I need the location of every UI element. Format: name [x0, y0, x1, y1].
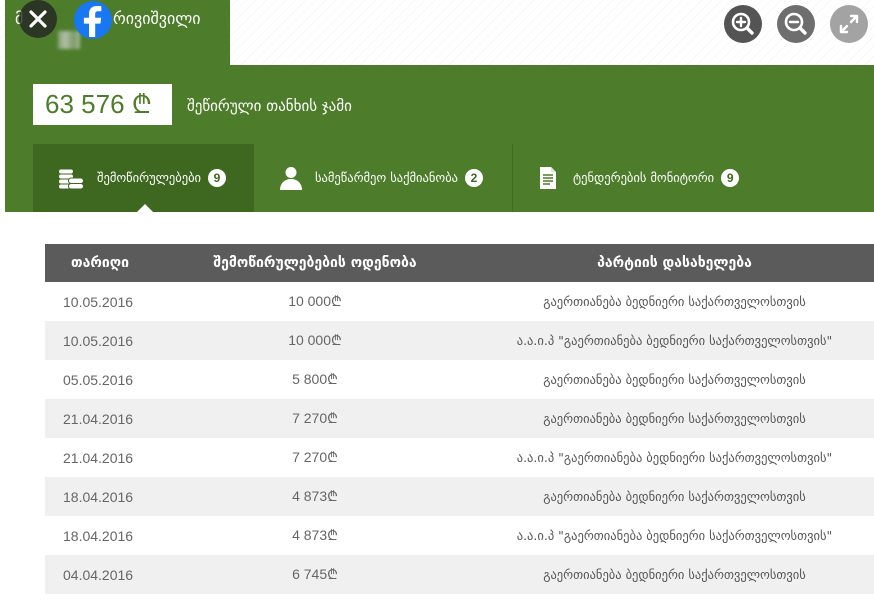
profile-name-end: რივიშვილი	[113, 9, 201, 28]
table-header-row: თარიღი შემოწირულებების ოდენობა პარტიის დ…	[45, 244, 874, 282]
close-icon	[29, 10, 47, 28]
count-badge: 9	[208, 169, 227, 187]
fullscreen-icon	[839, 14, 859, 34]
table-row: 10.05.2016 10 000₾ გაერთიანება ბედნიერი …	[45, 282, 874, 321]
party-name: გაერთიანება ბედნიერი საქართველოსთვის	[543, 294, 806, 309]
party-name: ა.ა.ი.პ "გაერთიანება ბედნიერი საქართველო…	[516, 528, 833, 543]
donations-table: თარიღი შემოწირულებების ოდენობა პარტიის დ…	[45, 244, 874, 594]
top-bar: მ რივიშვილი	[0, 0, 874, 65]
table-row: 04.04.2016 6 745₾ გაერთიანება ბედნიერი ს…	[45, 555, 874, 594]
donation-amount: 7 270₾	[292, 449, 338, 465]
column-header-date[interactable]: თარიღი	[45, 244, 155, 282]
donation-amount: 4 873₾	[155, 477, 475, 516]
donation-date: 18.04.2016	[63, 527, 134, 544]
active-tab-pointer	[137, 204, 153, 212]
total-amount-label: შეწირული თანხის ჯამი	[187, 97, 352, 115]
tab-tender-monitor[interactable]: ტენდერების მონიტორი 9	[513, 144, 773, 212]
coins-icon	[58, 168, 84, 190]
close-button[interactable]	[19, 0, 57, 38]
summary-panel: 63 576 ₾ შეწირული თანხის ჯამი შემოწირულე…	[5, 65, 874, 212]
party-name: ა.ა.ი.პ "გაერთიანება ბედნიერი საქართველო…	[516, 450, 833, 465]
count-badge: 2	[465, 169, 484, 187]
document-icon	[540, 167, 556, 189]
donation-amount: 7 270₾	[155, 399, 475, 438]
fullscreen-button[interactable]	[830, 5, 868, 43]
tab-label: სამეწარმეო საქმიანობა	[315, 170, 459, 185]
donation-date: 21.04.2016	[63, 449, 134, 466]
table-body: 10.05.2016 10 000₾ გაერთიანება ბედნიერი …	[45, 282, 874, 594]
zoom-in-icon	[731, 12, 754, 35]
donation-amount: 10 000₾	[288, 293, 342, 309]
table-row: 05.05.2016 5 800₾ გაერთიანება ბედნიერი ს…	[45, 360, 874, 399]
donation-date: 10.05.2016	[63, 293, 134, 310]
count-badge: 9	[721, 169, 740, 187]
tab-label: შემოწირულებები	[97, 170, 202, 185]
donation-date: 04.04.2016	[45, 555, 155, 594]
tab-donations[interactable]: შემოწირულებები 9	[33, 144, 254, 212]
donation-amount: 10 000₾	[155, 321, 475, 360]
donation-date: 21.04.2016	[45, 399, 155, 438]
donation-date: 10.05.2016	[45, 321, 155, 360]
tab-label: ტენდერების მონიტორი	[573, 170, 715, 185]
donation-amount: 6 745₾	[155, 555, 475, 594]
table-row: 21.04.2016 7 270₾ ა.ა.ი.პ "გაერთიანება ბ…	[45, 438, 874, 477]
zoom-out-button[interactable]	[777, 5, 815, 43]
tab-bar: შემოწირულებები 9 სამეწარმეო საქმიანობა 2…	[33, 144, 773, 212]
tab-business-activity[interactable]: სამეწარმეო საქმიანობა 2	[254, 144, 513, 212]
total-amount: 63 576 ₾	[45, 89, 152, 119]
party-name: გაერთიანება ბედნიერი საქართველოსთვის	[475, 477, 874, 516]
facebook-share-button[interactable]	[74, 1, 112, 39]
table-header: თარიღი შემოწირულებების ოდენობა პარტიის დ…	[45, 244, 874, 282]
donation-amount: 5 800₾	[292, 371, 338, 387]
party-name: გაერთიანება ბედნიერი საქართველოსთვის	[543, 372, 806, 387]
table-row: 10.05.2016 10 000₾ ა.ა.ი.პ "გაერთიანება …	[45, 321, 874, 360]
column-header-party[interactable]: პარტიის დასახელება	[475, 244, 874, 282]
facebook-icon	[74, 1, 112, 39]
zoom-out-icon	[784, 12, 807, 35]
party-name: გაერთიანება ბედნიერი საქართველოსთვის	[475, 399, 874, 438]
column-header-amount[interactable]: შემოწირულებების ოდენობა	[155, 244, 475, 282]
party-name: ა.ა.ი.პ "გაერთიანება ბედნიერი საქართველო…	[475, 321, 874, 360]
total-amount-box: 63 576 ₾	[33, 84, 172, 125]
donation-date: 05.05.2016	[63, 371, 134, 388]
table-row: 18.04.2016 4 873₾ ა.ა.ი.პ "გაერთიანება ბ…	[45, 516, 874, 555]
zoom-in-button[interactable]	[724, 5, 762, 43]
donation-date: 18.04.2016	[45, 477, 155, 516]
person-icon	[280, 167, 302, 190]
table-row: 18.04.2016 4 873₾ გაერთიანება ბედნიერი ს…	[45, 477, 874, 516]
donation-amount: 4 873₾	[292, 527, 338, 543]
table-row: 21.04.2016 7 270₾ გაერთიანება ბედნიერი ს…	[45, 399, 874, 438]
party-name: გაერთიანება ბედნიერი საქართველოსთვის	[475, 555, 874, 594]
